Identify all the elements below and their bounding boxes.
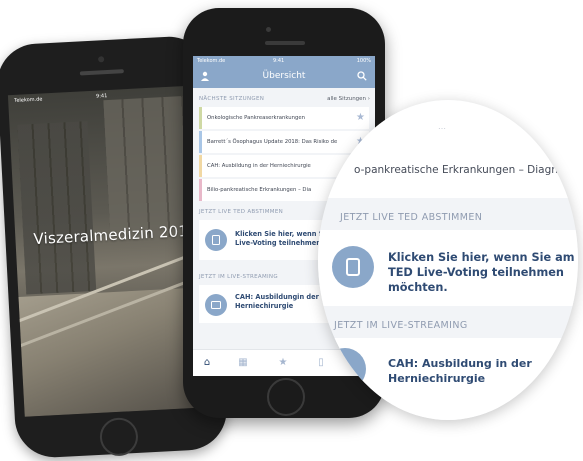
section-header: JETZT IM LIVE-STREAMING bbox=[334, 320, 468, 331]
session-label: Onkologische Pankreaserkrankungen bbox=[207, 115, 305, 121]
star-tab-icon[interactable]: ★ bbox=[277, 357, 289, 369]
live-stream-text: CAH: Ausbildung in der Herniechirurgie bbox=[388, 357, 532, 385]
camera-dot bbox=[98, 56, 105, 63]
carrier-label: Telekom.de bbox=[197, 58, 226, 64]
page-title: Übersicht bbox=[262, 71, 306, 81]
ted-voting-card[interactable]: Klicken Sie hier, wenn Sie am TED Live-V… bbox=[318, 230, 578, 306]
ted-icon bbox=[205, 229, 227, 251]
ted-voting-text: Klicken Sie hier, wenn Sie am TED Live-V… bbox=[388, 251, 575, 294]
background-building bbox=[103, 95, 196, 241]
time-label: 9:41 bbox=[273, 58, 285, 64]
session-row[interactable]: … o-pankreatische Erkrankungen – Diagnos bbox=[318, 100, 578, 198]
section-header: JETZT LIVE TED ABSTIMMEN bbox=[199, 209, 284, 215]
earpiece bbox=[265, 41, 305, 45]
section-header: JETZT IM LIVE-STREAMING bbox=[199, 274, 278, 280]
session-label: CAH: Ausbildung in der Herniechirurgie bbox=[207, 163, 311, 169]
video-icon bbox=[205, 294, 227, 316]
session-label: Bilio-pankreatische Erkrankungen – Dia bbox=[207, 187, 312, 193]
nav-bar: Übersicht bbox=[193, 66, 375, 88]
camera-dot bbox=[266, 27, 271, 32]
faded-text: … bbox=[438, 122, 446, 131]
home-tab-icon[interactable]: ⌂ bbox=[201, 357, 213, 369]
status-bar: Telekom.de 9:41 100% bbox=[193, 56, 375, 66]
session-label: o-pankreatische Erkrankungen – Diagnos bbox=[354, 164, 570, 176]
video-icon bbox=[324, 348, 366, 390]
home-button[interactable] bbox=[98, 416, 139, 457]
search-icon[interactable] bbox=[357, 71, 367, 81]
carrier-label: Telekom.de bbox=[14, 96, 43, 104]
home-button[interactable] bbox=[267, 378, 305, 416]
ted-icon bbox=[332, 246, 374, 288]
battery-label: 100% bbox=[356, 58, 371, 64]
earpiece bbox=[79, 69, 124, 76]
magnifier-overlay: … o-pankreatische Erkrankungen – Diagnos… bbox=[318, 100, 578, 420]
calendar-tab-icon[interactable]: ▦ bbox=[237, 357, 249, 369]
time-label: 9:41 bbox=[95, 93, 108, 100]
live-stream-card[interactable]: CAH: Ausbildung in der Herniechirurgie bbox=[318, 338, 578, 420]
section-header: NÄCHSTE SITZUNGEN bbox=[199, 96, 265, 102]
section-header: JETZT LIVE TED ABSTIMMEN bbox=[340, 212, 483, 223]
background-building bbox=[17, 121, 97, 295]
